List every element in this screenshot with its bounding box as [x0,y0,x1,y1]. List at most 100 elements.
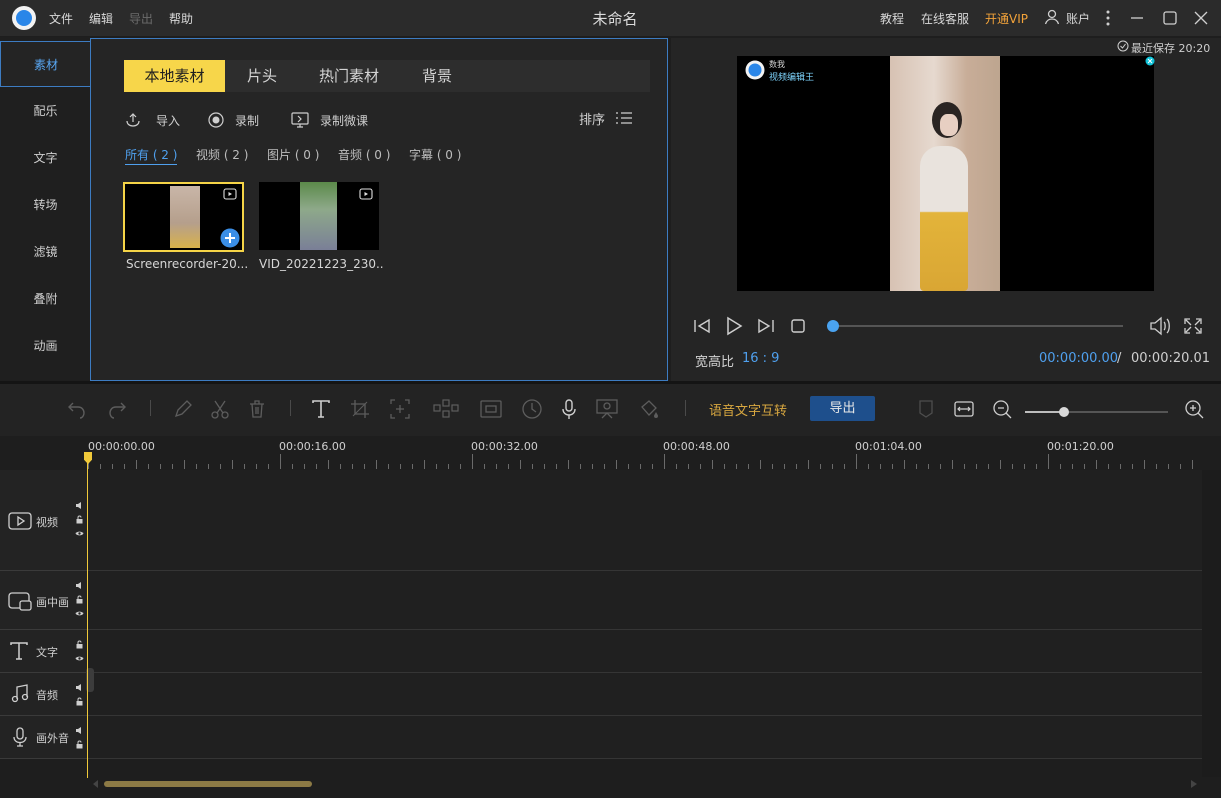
freeze-frame-icon[interactable] [479,398,502,420]
tab-text[interactable]: 文字 [0,135,91,181]
account-icon[interactable] [1044,9,1060,25]
lock-track-icon[interactable] [75,697,84,706]
media-item[interactable] [259,182,379,250]
cut-icon[interactable] [209,398,231,420]
tab-hot-media[interactable]: 热门素材 [299,60,399,92]
filter-audio[interactable]: 音频 ( 0 ) [338,146,390,163]
timeline-vertical-scrollbar[interactable] [1202,470,1221,777]
scroll-left-icon[interactable] [93,780,99,788]
menu-edit[interactable]: 编辑 [89,10,113,27]
aspect-ratio-value[interactable]: 16 : 9 [742,351,779,366]
window-title: 未命名 [592,10,638,28]
filter-all[interactable]: 所有 ( 2 ) [125,146,178,165]
tab-material[interactable]: 素材 [0,41,91,87]
tab-music[interactable]: 配乐 [0,88,91,134]
import-button[interactable]: 导入 [124,110,180,130]
account-link[interactable]: 账户 [1066,10,1090,27]
speech-to-text-button[interactable]: 语音文字互转 [709,400,787,419]
microphone-track-icon [10,727,30,747]
presentation-record-icon[interactable] [595,398,618,420]
more-icon[interactable] [1098,8,1118,28]
add-text-icon[interactable] [310,398,332,420]
support-link[interactable]: 在线客服 [921,10,969,27]
fullscreen-icon[interactable] [1183,317,1203,335]
media-item[interactable] [123,182,244,252]
saved-check-icon [1117,40,1129,52]
mute-track-icon[interactable] [75,726,84,735]
visibility-track-icon[interactable] [75,654,84,663]
vip-link[interactable]: 开通VIP [985,10,1028,27]
zoom-in-icon[interactable] [1183,398,1205,420]
tab-local-media[interactable]: 本地素材 [124,60,225,92]
fit-timeline-icon[interactable] [953,398,975,420]
scroll-right-icon[interactable] [1191,780,1197,788]
ruler-time-label: 00:01:20.00 [1047,440,1114,453]
track-lane-video[interactable] [88,470,1202,571]
menu-file[interactable]: 文件 [49,10,73,27]
previous-frame-icon[interactable] [692,317,712,335]
volume-icon[interactable] [1149,316,1171,336]
maximize-icon[interactable] [1160,8,1180,28]
menu-export[interactable]: 导出 [129,10,153,27]
microphone-icon[interactable] [558,398,580,420]
lock-track-icon[interactable] [75,640,84,649]
filter-subtitle[interactable]: 字幕 ( 0 ) [409,146,461,163]
marker-icon[interactable] [917,398,939,420]
tab-overlay[interactable]: 叠附 [0,276,91,322]
mute-track-icon[interactable] [75,501,84,510]
tab-filter[interactable]: 滤镜 [0,229,91,275]
mute-track-icon[interactable] [75,581,84,590]
mosaic-icon[interactable] [433,398,459,420]
track-lane-voiceover[interactable] [88,716,1202,759]
filter-video[interactable]: 视频 ( 2 ) [196,146,248,163]
visibility-track-icon[interactable] [75,609,84,618]
lock-track-icon[interactable] [75,515,84,524]
close-icon[interactable] [1191,8,1211,28]
visibility-track-icon[interactable] [75,529,84,538]
edit-pen-icon[interactable] [172,398,194,420]
lock-track-icon[interactable] [75,740,84,749]
timeline-zoom-knob[interactable] [1059,407,1069,417]
lock-track-icon[interactable] [75,595,84,604]
speed-icon[interactable] [521,398,543,420]
menu-help[interactable]: 帮助 [169,10,193,27]
close-watermark-icon[interactable] [1145,56,1155,66]
horizontal-scroll-thumb[interactable] [104,781,312,787]
playback-progress-slider[interactable] [832,325,1123,327]
record-button[interactable]: 录制 [207,110,259,130]
track-lane-pip[interactable] [88,571,1202,630]
minimize-icon[interactable] [1127,8,1147,28]
stop-icon[interactable] [790,318,806,334]
watermark-line2: 视频编辑王 [769,73,815,83]
playhead-line[interactable] [87,452,88,778]
tab-transition[interactable]: 转场 [0,182,91,228]
aspect-ratio-label: 宽高比 [695,355,735,370]
track-lane-audio[interactable] [88,673,1202,716]
tutorial-link[interactable]: 教程 [880,10,904,27]
filter-image[interactable]: 图片 ( 0 ) [267,146,319,163]
ruler-time-label: 00:00:00.00 [88,440,155,453]
undo-icon[interactable] [66,398,88,420]
redo-icon[interactable] [106,398,128,420]
zoom-frame-icon[interactable] [389,398,411,420]
time-separator: / [1117,351,1122,366]
tab-intro[interactable]: 片头 [225,60,299,92]
paint-bucket-icon[interactable] [638,398,660,420]
timeline-ruler[interactable] [88,436,1202,470]
tab-animation[interactable]: 动画 [0,323,91,369]
mute-track-icon[interactable] [75,683,84,692]
video-track-icon [8,511,32,531]
zoom-out-icon[interactable] [991,398,1013,420]
tab-background[interactable]: 背景 [399,60,475,92]
next-frame-icon[interactable] [756,317,776,335]
play-icon[interactable] [724,316,744,336]
record-lesson-button[interactable]: 录制微课 [290,110,368,130]
track-lane-text[interactable] [88,630,1202,673]
delete-icon[interactable] [246,398,268,420]
playback-progress-knob[interactable] [827,320,839,332]
export-button[interactable]: 导出 [810,396,875,421]
sort-icon[interactable] [615,110,633,126]
add-to-timeline-icon[interactable] [220,228,240,248]
sort-label[interactable]: 排序 [579,109,605,128]
crop-icon[interactable] [349,398,371,420]
